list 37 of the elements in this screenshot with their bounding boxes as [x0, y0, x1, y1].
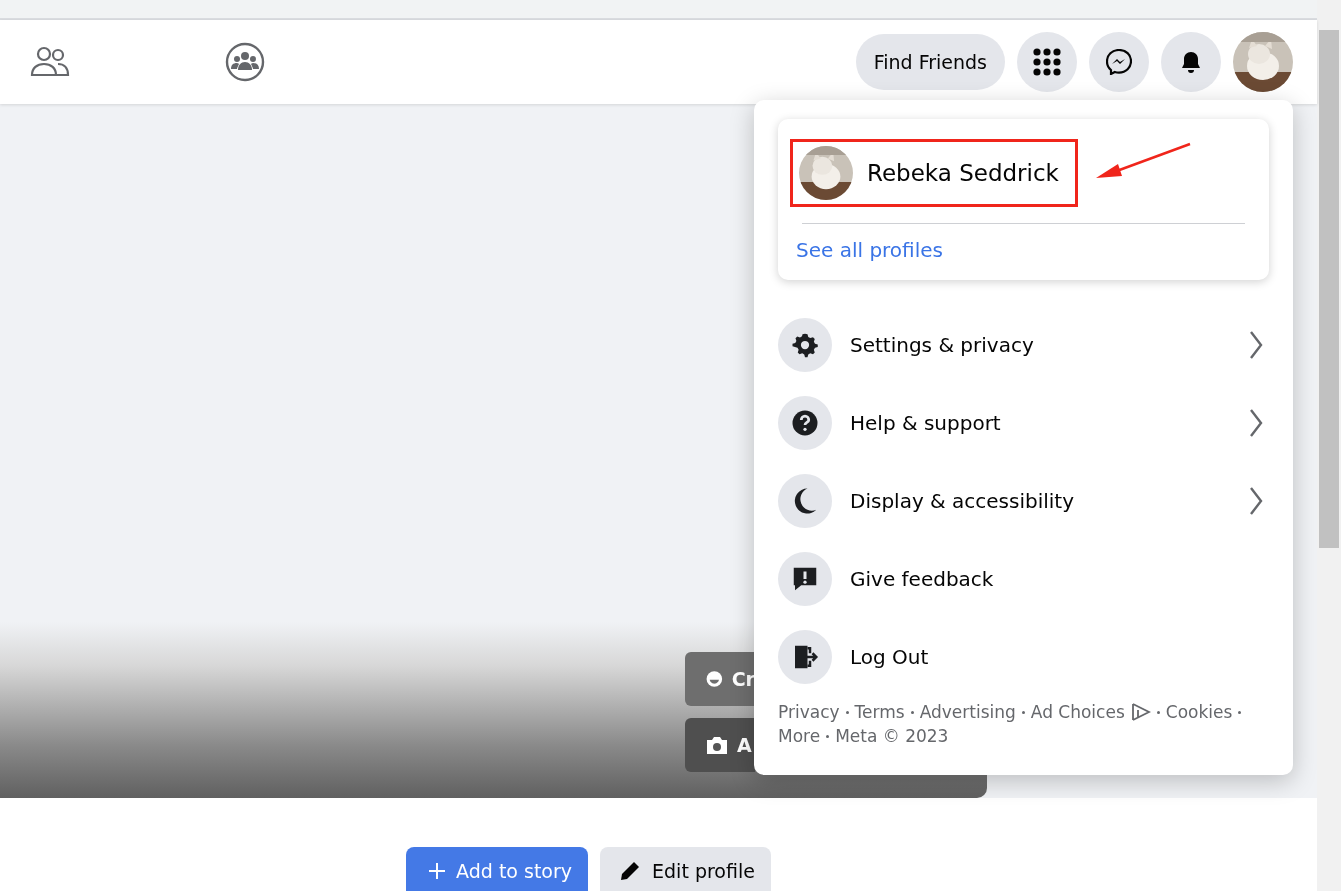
- menu-item[interactable]: Settings & privacy: [778, 306, 1269, 384]
- see-all-profiles-link[interactable]: See all profiles: [796, 238, 943, 262]
- scrollbar[interactable]: [1317, 0, 1341, 891]
- footer-link[interactable]: Terms: [854, 702, 905, 722]
- profile-item[interactable]: Rebeka Seddrick: [790, 139, 1078, 207]
- menu-item[interactable]: Give feedback: [778, 540, 1269, 618]
- footer-link[interactable]: Privacy: [778, 702, 840, 722]
- separator-dot: [1238, 710, 1242, 714]
- footer-link[interactable]: Advertising: [919, 702, 1016, 722]
- groups-icon[interactable]: [225, 42, 265, 82]
- camera-icon: [705, 734, 729, 756]
- add-to-story-button[interactable]: Add to story: [406, 847, 589, 891]
- separator-dot: [845, 710, 849, 714]
- play-icon: [1130, 703, 1151, 721]
- find-friends-button[interactable]: Find Friends: [855, 34, 1005, 90]
- bell-icon: [1179, 50, 1203, 74]
- plus-icon: [428, 862, 447, 880]
- scrollbar-thumb[interactable]: [1319, 30, 1339, 548]
- account-button[interactable]: [1233, 32, 1293, 92]
- separator-dot: [826, 734, 830, 738]
- separator-dot: [1156, 710, 1160, 714]
- cover-button[interactable]: A: [685, 718, 755, 772]
- messenger-icon: [1106, 49, 1132, 75]
- edit-profile-button[interactable]: Edit profile: [600, 847, 771, 891]
- separator-dot: [1021, 710, 1025, 714]
- footer-link[interactable]: Cookies: [1165, 702, 1233, 722]
- menu-item[interactable]: Display & accessibility: [778, 462, 1269, 540]
- footer-link[interactable]: More: [778, 726, 821, 746]
- menu-item[interactable]: Help & support: [778, 384, 1269, 462]
- menu-item[interactable]: Log Out: [778, 618, 1269, 696]
- grid-icon: [1032, 47, 1062, 77]
- footer-link[interactable]: Meta © 2023: [835, 726, 949, 746]
- friends-icon[interactable]: [30, 45, 70, 79]
- footer-link[interactable]: Ad Choices: [1030, 702, 1125, 722]
- question-icon: [790, 408, 820, 438]
- separator-dot: [910, 710, 914, 714]
- cover-button[interactable]: Cr: [685, 652, 755, 706]
